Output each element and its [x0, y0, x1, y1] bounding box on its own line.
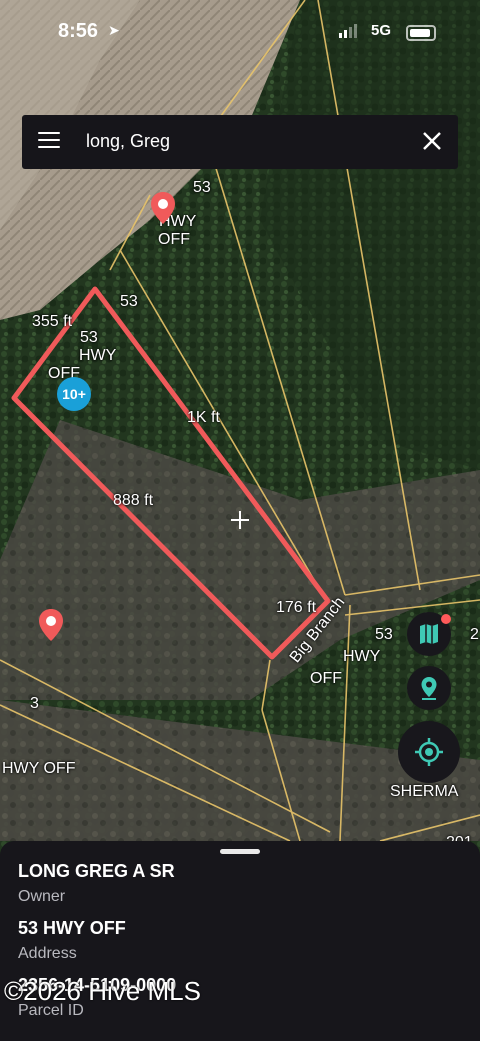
sheet-drag-handle[interactable]: [220, 849, 260, 854]
owner-value: LONG GREG A SR: [18, 861, 175, 881]
map-label: 888 ft: [113, 492, 154, 509]
owner-label: Owner: [18, 888, 66, 905]
address-label: Address: [18, 945, 77, 962]
search-bar[interactable]: long, Greg: [22, 115, 458, 169]
map-pin-icon[interactable]: [149, 190, 177, 226]
map-label: 53: [80, 329, 98, 346]
status-time: 8:56: [58, 20, 99, 42]
map-label: 355 ft: [32, 313, 73, 330]
locate-icon: [415, 738, 443, 766]
map-label: 53: [193, 179, 211, 196]
map-label: HWY OFF: [2, 760, 76, 777]
map-label: 176 ft: [276, 599, 317, 616]
notification-dot: [441, 614, 451, 624]
status-bar: 8:56 ➤ 5G: [0, 0, 480, 64]
my-location-button[interactable]: [398, 721, 460, 783]
map-label: 53: [120, 293, 138, 310]
parcel-info-sheet[interactable]: LONG GREG A SR Owner 53 HWY OFF Address …: [0, 841, 480, 1041]
network-type: 5G: [371, 22, 392, 39]
pin-icon: [421, 677, 437, 700]
map-pin-icon[interactable]: [37, 607, 65, 643]
map-label: 53: [375, 626, 393, 643]
map-label: HWY: [79, 347, 117, 364]
battery-icon: [406, 25, 436, 41]
map-layers-button[interactable]: [407, 612, 451, 656]
map-label: 3: [30, 695, 39, 712]
drop-pin-button[interactable]: [407, 666, 451, 710]
map-label: OFF: [310, 670, 342, 687]
crosshair-icon: [231, 511, 249, 529]
listing-cluster-marker[interactable]: 10+: [57, 377, 91, 411]
location-arrow-icon: ➤: [108, 22, 120, 38]
close-icon[interactable]: [420, 129, 444, 153]
map-label: SHERMA: [390, 783, 459, 800]
map-label: HWY: [343, 648, 381, 665]
signal-icon: [339, 24, 357, 38]
map-label: OFF: [158, 231, 190, 248]
map-label: 2: [470, 626, 479, 643]
hamburger-menu-icon[interactable]: [38, 132, 60, 152]
search-query[interactable]: long, Greg: [86, 131, 170, 152]
address-value: 53 HWY OFF: [18, 918, 126, 938]
watermark: ©2026 Hive MLS: [4, 976, 201, 1006]
map-label: 1K ft: [187, 409, 220, 426]
